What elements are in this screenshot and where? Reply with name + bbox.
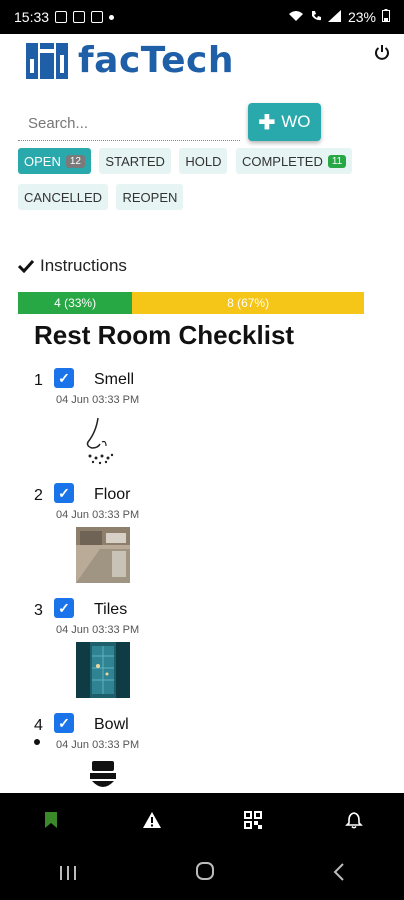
system-nav-bar [0,847,404,900]
item-label: Floor [94,486,131,503]
battery-icon [382,9,390,25]
floor-photo[interactable] [76,527,130,583]
power-icon[interactable] [374,44,390,65]
item-checkbox[interactable]: ✓ [54,483,74,503]
status-time: 15:33 [14,9,50,25]
filter-hold[interactable]: HOLD [179,148,228,174]
home-icon[interactable] [195,861,215,887]
checklist-title: Rest Room Checklist [34,320,295,350]
logo-text: facTech [78,40,234,81]
gallery-icon [55,11,68,23]
checkmark-icon [18,259,34,273]
filter-label: OPEN [24,153,61,169]
filter-label: STARTED [105,153,165,169]
item-timestamp: 04 Jun 03:33 PM [56,509,140,521]
bell-icon[interactable] [338,804,370,836]
wo-label: WO [281,112,311,131]
item-checkbox[interactable]: ✓ [54,598,74,618]
progress-remaining-label: 8 (67%) [227,296,270,310]
progress-remaining: 8 (67%) [132,292,364,314]
progress-done: 4 (33%) [18,292,133,314]
filter-label: CANCELLED [24,189,103,205]
item-timestamp: 04 Jun 03:33 PM [56,624,140,636]
status-bar: 15:33 23% [0,0,404,34]
count-badge: 11 [327,154,347,168]
item-number: 4 [34,717,43,734]
filter-label: COMPLETED [241,153,323,169]
battery-text: 23% [347,9,376,25]
warning-icon[interactable] [136,804,168,836]
item-number: 2 [34,487,43,504]
app-header: facTech [0,34,404,94]
toilet-bowl-icon[interactable] [76,759,130,793]
filter-started[interactable]: STARTED [99,148,171,174]
filter-open[interactable]: OPEN 12 [18,148,91,174]
recent-apps-icon[interactable] [59,861,77,887]
filter-completed[interactable]: COMPLETED 11 [235,148,353,174]
filter-label: HOLD [185,153,222,169]
item-timestamp: 04 Jun 03:33 PM [56,739,140,751]
filter-reopen[interactable]: REOPEN [116,184,184,210]
back-icon[interactable] [333,861,345,887]
instructions-toggle[interactable]: Instructions [18,256,127,276]
filter-cancelled[interactable]: CANCELLED [18,184,109,210]
item-checkbox[interactable]: ✓ [54,713,74,733]
item-timestamp: 04 Jun 03:33 PM [56,394,140,406]
nose-icon[interactable] [76,412,130,466]
instructions-label: Instructions [40,256,127,275]
tiles-photo[interactable] [76,642,130,698]
search-input[interactable] [18,107,240,141]
item-checkbox[interactable]: ✓ [54,368,74,388]
notification-dot-icon [109,14,115,20]
message-icon [91,11,104,23]
factech-logo-icon [26,42,68,79]
status-filters: OPEN 12 STARTED HOLD COMPLETED 11 CANCEL… [18,148,388,220]
bookmark-icon[interactable] [35,804,67,836]
item-label: Tiles [94,601,128,618]
bottom-nav [0,793,404,847]
call-icon [310,9,322,25]
screenshot-icon [73,11,86,23]
item-number: 1 [34,372,43,389]
qr-code-icon[interactable] [237,804,269,836]
signal-icon [327,9,342,25]
app-logo: facTech [26,40,234,81]
progress-bar: 4 (33%) 8 (67%) [18,292,364,314]
item-number: 3 [34,602,43,619]
add-wo-button[interactable]: ✚ WO [248,103,321,141]
filter-label: REOPEN [122,189,178,205]
count-badge: 12 [65,154,85,168]
item-label: Bowl [94,716,129,733]
bullet-icon [34,739,40,745]
progress-done-label: 4 (33%) [54,296,97,310]
plus-icon: ✚ [258,111,276,134]
search-row: ✚ WO [18,103,388,143]
wifi-icon [288,9,304,25]
item-label: Smell [94,371,135,388]
